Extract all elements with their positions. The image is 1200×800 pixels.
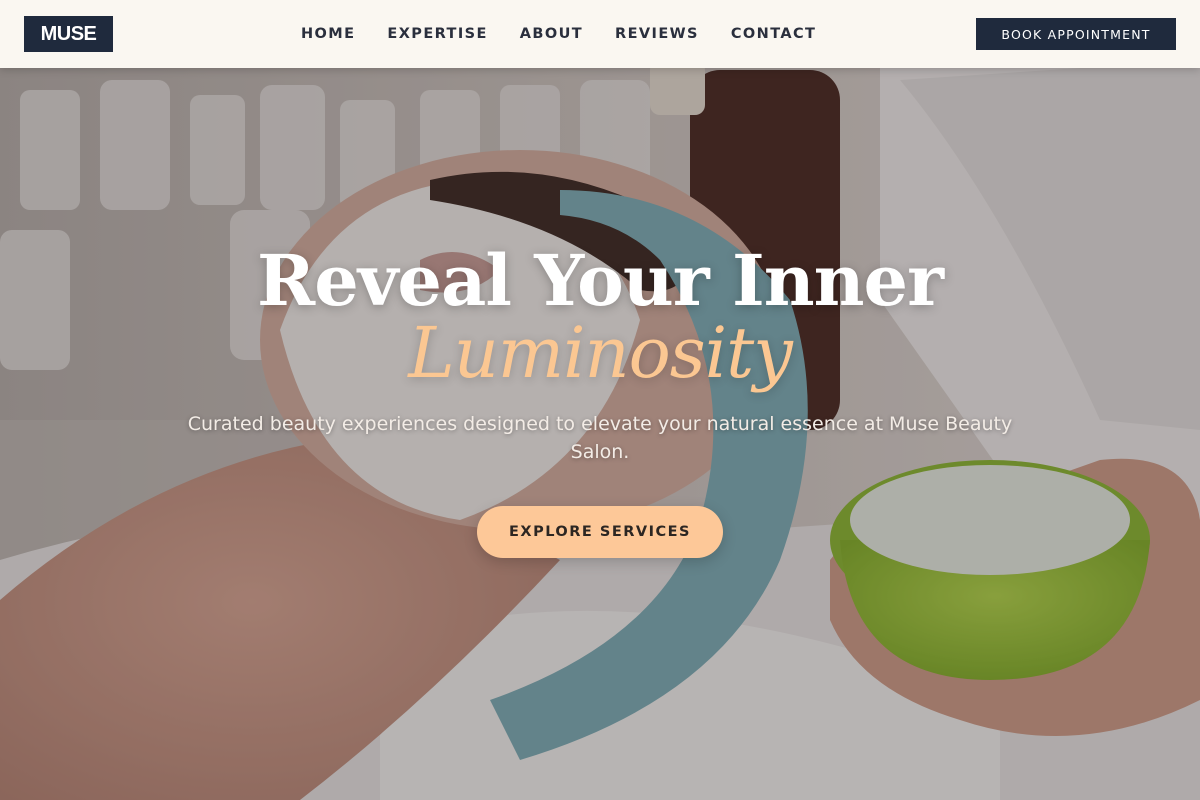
hero-subtitle: Curated beauty experiences designed to e… [187,413,1013,463]
main-navigation: HOME EXPERTISE ABOUT REVIEWS CONTACT [301,0,816,68]
brand-logo[interactable]: MUSE [24,16,113,52]
nav-link-contact[interactable]: CONTACT [731,26,816,42]
nav-link-expertise[interactable]: EXPERTISE [387,26,487,42]
site-header: MUSE HOME EXPERTISE ABOUT REVIEWS CONTAC… [0,0,1200,68]
hero-section: Reveal Your Inner Luminosity Curated bea… [0,0,1200,800]
hero-title-accent: Luminosity [408,312,793,394]
nav-link-about[interactable]: ABOUT [520,26,583,42]
nav-link-home[interactable]: HOME [301,26,355,42]
book-appointment-button[interactable]: BOOK APPOINTMENT [976,18,1176,50]
explore-services-button[interactable]: EXPLORE SERVICES [477,506,723,558]
nav-link-reviews[interactable]: REVIEWS [615,26,699,42]
